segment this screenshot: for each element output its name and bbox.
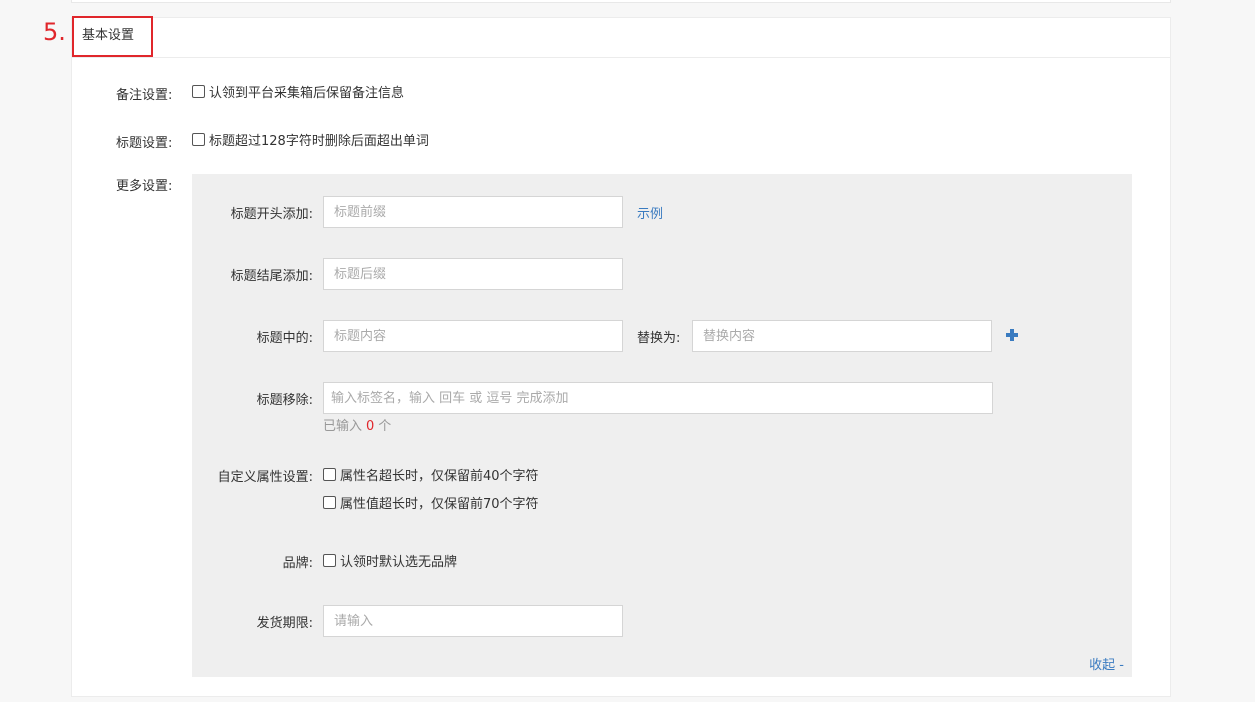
- custom-attr-label: 自定义属性设置:: [217, 470, 313, 485]
- more-settings-label: 更多设置:: [116, 179, 173, 194]
- delivery-period-input[interactable]: [323, 605, 623, 637]
- title-remove-tag-input[interactable]: [323, 382, 993, 414]
- no-brand-option[interactable]: 认领时默认选无品牌: [323, 551, 457, 570]
- replace-with-label: 替换为:: [637, 331, 681, 346]
- collapse-link[interactable]: 收起 -: [1089, 654, 1124, 673]
- title-suffix-input[interactable]: [323, 258, 623, 290]
- title-remove-label: 标题移除:: [256, 393, 313, 408]
- hint-count: 0: [366, 419, 375, 434]
- attr-name-truncate-checkbox[interactable]: [323, 468, 336, 481]
- more-settings-panel: 标题开头添加: 示例 标题结尾添加: 标题中的: 替换为: 标题移除: 已输入0…: [192, 174, 1132, 677]
- delivery-period-label: 发货期限:: [256, 616, 313, 631]
- step-number: 5.: [43, 18, 66, 46]
- basic-settings-card: 基本设置 备注设置: 认领到平台采集箱后保留备注信息 标题设置: 标题超过128…: [71, 16, 1171, 697]
- hint-prefix: 已输入: [323, 419, 363, 434]
- title-prefix-input[interactable]: [323, 196, 623, 228]
- title-truncate-checkbox[interactable]: [192, 133, 205, 146]
- attr-name-truncate-option[interactable]: 属性名超长时，仅保留前40个字符: [323, 465, 539, 484]
- attr-value-truncate-option[interactable]: 属性值超长时，仅保留前70个字符: [323, 493, 539, 512]
- title-setting-label: 标题设置:: [116, 136, 173, 151]
- title-truncate-label: 标题超过128字符时删除后面超出单词: [209, 134, 429, 149]
- no-brand-label: 认领时默认选无品牌: [340, 555, 458, 570]
- title-prefix-label: 标题开头添加:: [230, 207, 313, 222]
- attr-value-truncate-checkbox[interactable]: [323, 496, 336, 509]
- title-replace-label: 标题中的:: [256, 331, 313, 346]
- remove-count-hint: 已输入 0 个: [323, 415, 391, 434]
- title-truncate-option[interactable]: 标题超过128字符时删除后面超出单词: [192, 130, 429, 149]
- replace-content-input[interactable]: [692, 320, 992, 352]
- no-brand-checkbox[interactable]: [323, 554, 336, 567]
- title-suffix-label: 标题结尾添加:: [230, 269, 313, 284]
- remark-keep-checkbox[interactable]: [192, 85, 205, 98]
- add-rule-plus-icon[interactable]: [1006, 329, 1018, 341]
- title-content-input[interactable]: [323, 320, 623, 352]
- hint-suffix: 个: [378, 419, 392, 434]
- section-title: 基本设置: [72, 16, 153, 57]
- attr-value-truncate-label: 属性值超长时，仅保留前70个字符: [340, 497, 539, 512]
- previous-section-edge: [71, 0, 1171, 3]
- attr-name-truncate-label: 属性名超长时，仅保留前40个字符: [340, 469, 539, 484]
- card-header: 基本设置: [72, 16, 1170, 58]
- brand-label: 品牌:: [282, 556, 313, 571]
- remark-setting-label: 备注设置:: [116, 88, 173, 103]
- remark-keep-option[interactable]: 认领到平台采集箱后保留备注信息: [192, 82, 404, 101]
- example-link[interactable]: 示例: [637, 203, 663, 222]
- remark-keep-label: 认领到平台采集箱后保留备注信息: [209, 86, 405, 101]
